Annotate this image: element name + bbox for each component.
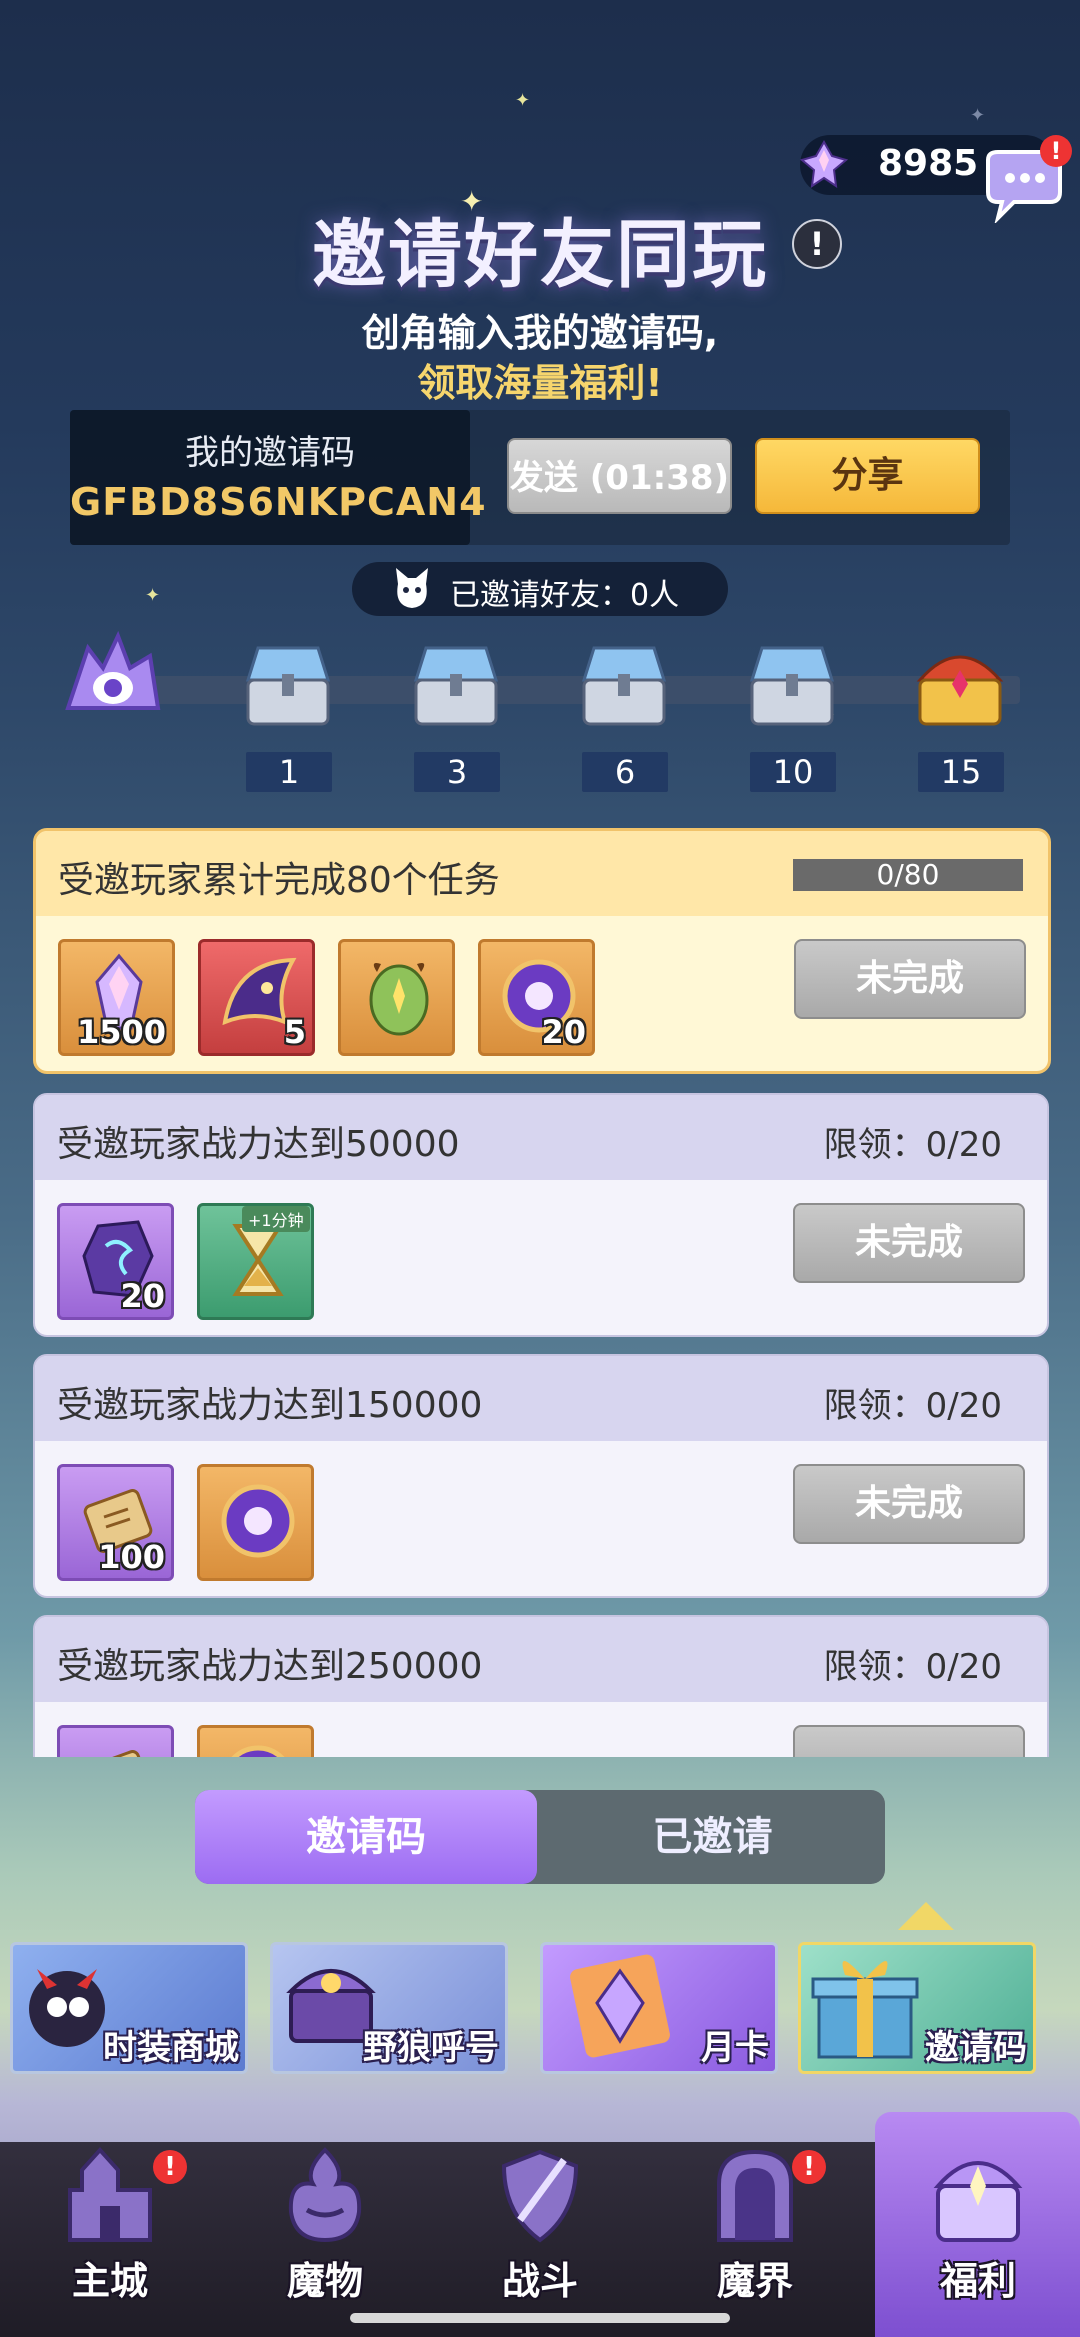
currency-value: 8985 bbox=[878, 143, 979, 184]
banner-monthly-card[interactable]: 月卡 bbox=[540, 1942, 778, 2074]
reward-item[interactable] bbox=[338, 939, 455, 1056]
reward-item[interactable] bbox=[197, 1464, 314, 1581]
nav-item-main-city[interactable]: ! 主城 bbox=[25, 2130, 195, 2330]
time-boost-badge: +1分钟 bbox=[242, 1206, 310, 1232]
send-button[interactable]: 发送 (01:38) bbox=[507, 438, 732, 514]
castle-icon bbox=[68, 2147, 152, 2242]
gift-box-icon bbox=[811, 1960, 919, 2059]
scroll-icon bbox=[83, 1750, 153, 1757]
task-progress-bar: 0/80 bbox=[793, 859, 1023, 891]
treasure-chest-icon bbox=[933, 2161, 1023, 2242]
shield-sword-icon bbox=[501, 2149, 579, 2243]
eye-monster-icon bbox=[65, 630, 161, 710]
orb-icon bbox=[231, 1745, 285, 1757]
subtitle-line-1: 创角输入我的邀请码, bbox=[361, 311, 719, 355]
reward-item[interactable] bbox=[197, 1725, 314, 1757]
task-card: 受邀玩家战力达到50000 限领：0/20 20 +1分钟 未完成 bbox=[33, 1093, 1049, 1337]
banner-label: 邀请码 bbox=[925, 2028, 1027, 2068]
invited-count-text: 已邀请好友：0人 bbox=[450, 578, 680, 613]
nav-item-demon-realm[interactable]: ! 魔界 bbox=[670, 2130, 840, 2330]
sparkle-icon: ✦ bbox=[145, 585, 161, 606]
silver-chest-icon[interactable] bbox=[238, 640, 338, 732]
tab-invite-code[interactable]: 邀请码 bbox=[195, 1790, 537, 1884]
milestone-label: 3 bbox=[414, 752, 500, 792]
invite-code-value[interactable]: GFBD8S6NKPCAN4 bbox=[70, 480, 486, 524]
task-title: 受邀玩家累计完成80个任务 bbox=[58, 860, 500, 901]
reward-item[interactable]: 20 bbox=[57, 1203, 174, 1320]
nav-label: 战斗 bbox=[501, 2259, 578, 2303]
nav-label: 主城 bbox=[71, 2259, 148, 2303]
egg-icon bbox=[369, 963, 429, 1036]
flame-monster-icon bbox=[288, 2147, 362, 2243]
reward-item[interactable]: +1分钟 bbox=[197, 1203, 314, 1320]
invite-code-label: 我的邀请码 bbox=[185, 433, 355, 473]
milestone-label: 6 bbox=[582, 752, 668, 792]
orb-icon bbox=[221, 1484, 295, 1558]
page-title: 邀请好友同玩 bbox=[312, 212, 768, 298]
milestone-label: 15 bbox=[918, 752, 1004, 792]
claim-limit: 限领：0/20 bbox=[823, 1125, 1002, 1165]
cat-icon bbox=[396, 568, 428, 608]
milestone-label: 1 bbox=[246, 752, 332, 792]
incomplete-button[interactable] bbox=[793, 1725, 1025, 1757]
portal-icon bbox=[717, 2149, 793, 2242]
banner-fashion-shop[interactable]: 时装商城 bbox=[10, 1942, 248, 2074]
incomplete-button[interactable]: 未完成 bbox=[793, 1203, 1025, 1283]
silver-chest-icon[interactable] bbox=[574, 640, 674, 732]
sparkle-icon: ✦ bbox=[970, 105, 986, 126]
sparkle-icon: ✦ bbox=[515, 90, 531, 111]
task-card: 受邀玩家累计完成80个任务 0/80 1500 5 20 未完成 bbox=[33, 828, 1051, 1074]
task-list[interactable]: 受邀玩家累计完成80个任务 0/80 1500 5 20 未完成 受邀玩家战力达… bbox=[0, 820, 1080, 1757]
item-count: 5 bbox=[283, 1013, 306, 1051]
home-indicator bbox=[350, 2313, 730, 2323]
task-title: 受邀玩家战力达到50000 bbox=[57, 1124, 460, 1165]
silver-chest-icon[interactable] bbox=[742, 640, 842, 732]
claim-limit: 限领：0/20 bbox=[823, 1647, 1002, 1687]
item-count: 1500 bbox=[76, 1013, 166, 1051]
nav-label: 魔物 bbox=[286, 2259, 363, 2303]
nav-item-monsters[interactable]: 魔物 bbox=[240, 2130, 410, 2330]
notification-badge: ! bbox=[792, 2150, 826, 2184]
selected-indicator-arrow bbox=[898, 1902, 954, 1930]
task-card: 受邀玩家战力达到150000 限领：0/20 100 未完成 bbox=[33, 1354, 1049, 1598]
nav-item-battle[interactable]: 战斗 bbox=[455, 2130, 625, 2330]
task-card: 受邀玩家战力达到250000 限领：0/20 bbox=[33, 1615, 1049, 1757]
task-title: 受邀玩家战力达到250000 bbox=[57, 1646, 483, 1687]
subtitle-line-2: 领取海量福利! bbox=[417, 361, 663, 405]
nav-item-welfare[interactable]: 福利 bbox=[893, 2130, 1063, 2330]
banner-wolf-call[interactable]: 野狼呼号 bbox=[270, 1942, 508, 2074]
reward-item[interactable]: 20 bbox=[478, 939, 595, 1056]
reward-item[interactable]: 100 bbox=[57, 1464, 174, 1581]
banner-invite-code[interactable]: 邀请码 bbox=[798, 1942, 1036, 2074]
notification-badge: ! bbox=[153, 2150, 187, 2184]
milestone-label: 10 bbox=[750, 752, 836, 792]
nav-label: 福利 bbox=[939, 2259, 1016, 2303]
gold-chest-icon[interactable] bbox=[910, 640, 1010, 732]
tab-invited[interactable]: 已邀请 bbox=[540, 1790, 885, 1884]
item-count: 20 bbox=[541, 1013, 586, 1051]
banner-label: 时装商城 bbox=[103, 2028, 239, 2068]
crystal-icon bbox=[800, 140, 848, 188]
crystal-card-icon bbox=[570, 1954, 670, 2058]
incomplete-button[interactable]: 未完成 bbox=[794, 939, 1026, 1019]
task-title: 受邀玩家战力达到150000 bbox=[57, 1385, 483, 1426]
reward-item[interactable] bbox=[57, 1725, 174, 1757]
nav-label: 魔界 bbox=[716, 2259, 793, 2303]
info-icon[interactable]: ! bbox=[792, 219, 842, 269]
banner-label: 月卡 bbox=[701, 2028, 769, 2068]
claim-limit: 限领：0/20 bbox=[823, 1386, 1002, 1426]
item-count: 20 bbox=[120, 1277, 165, 1315]
item-count: 100 bbox=[98, 1538, 165, 1576]
silver-chest-icon[interactable] bbox=[406, 640, 506, 732]
share-button[interactable]: 分享 bbox=[755, 438, 980, 514]
reward-item[interactable]: 1500 bbox=[58, 939, 175, 1056]
notification-badge: ! bbox=[1040, 135, 1072, 167]
reward-item[interactable]: 5 bbox=[198, 939, 315, 1056]
banner-label: 野狼呼号 bbox=[363, 2028, 499, 2068]
incomplete-button[interactable]: 未完成 bbox=[793, 1464, 1025, 1544]
